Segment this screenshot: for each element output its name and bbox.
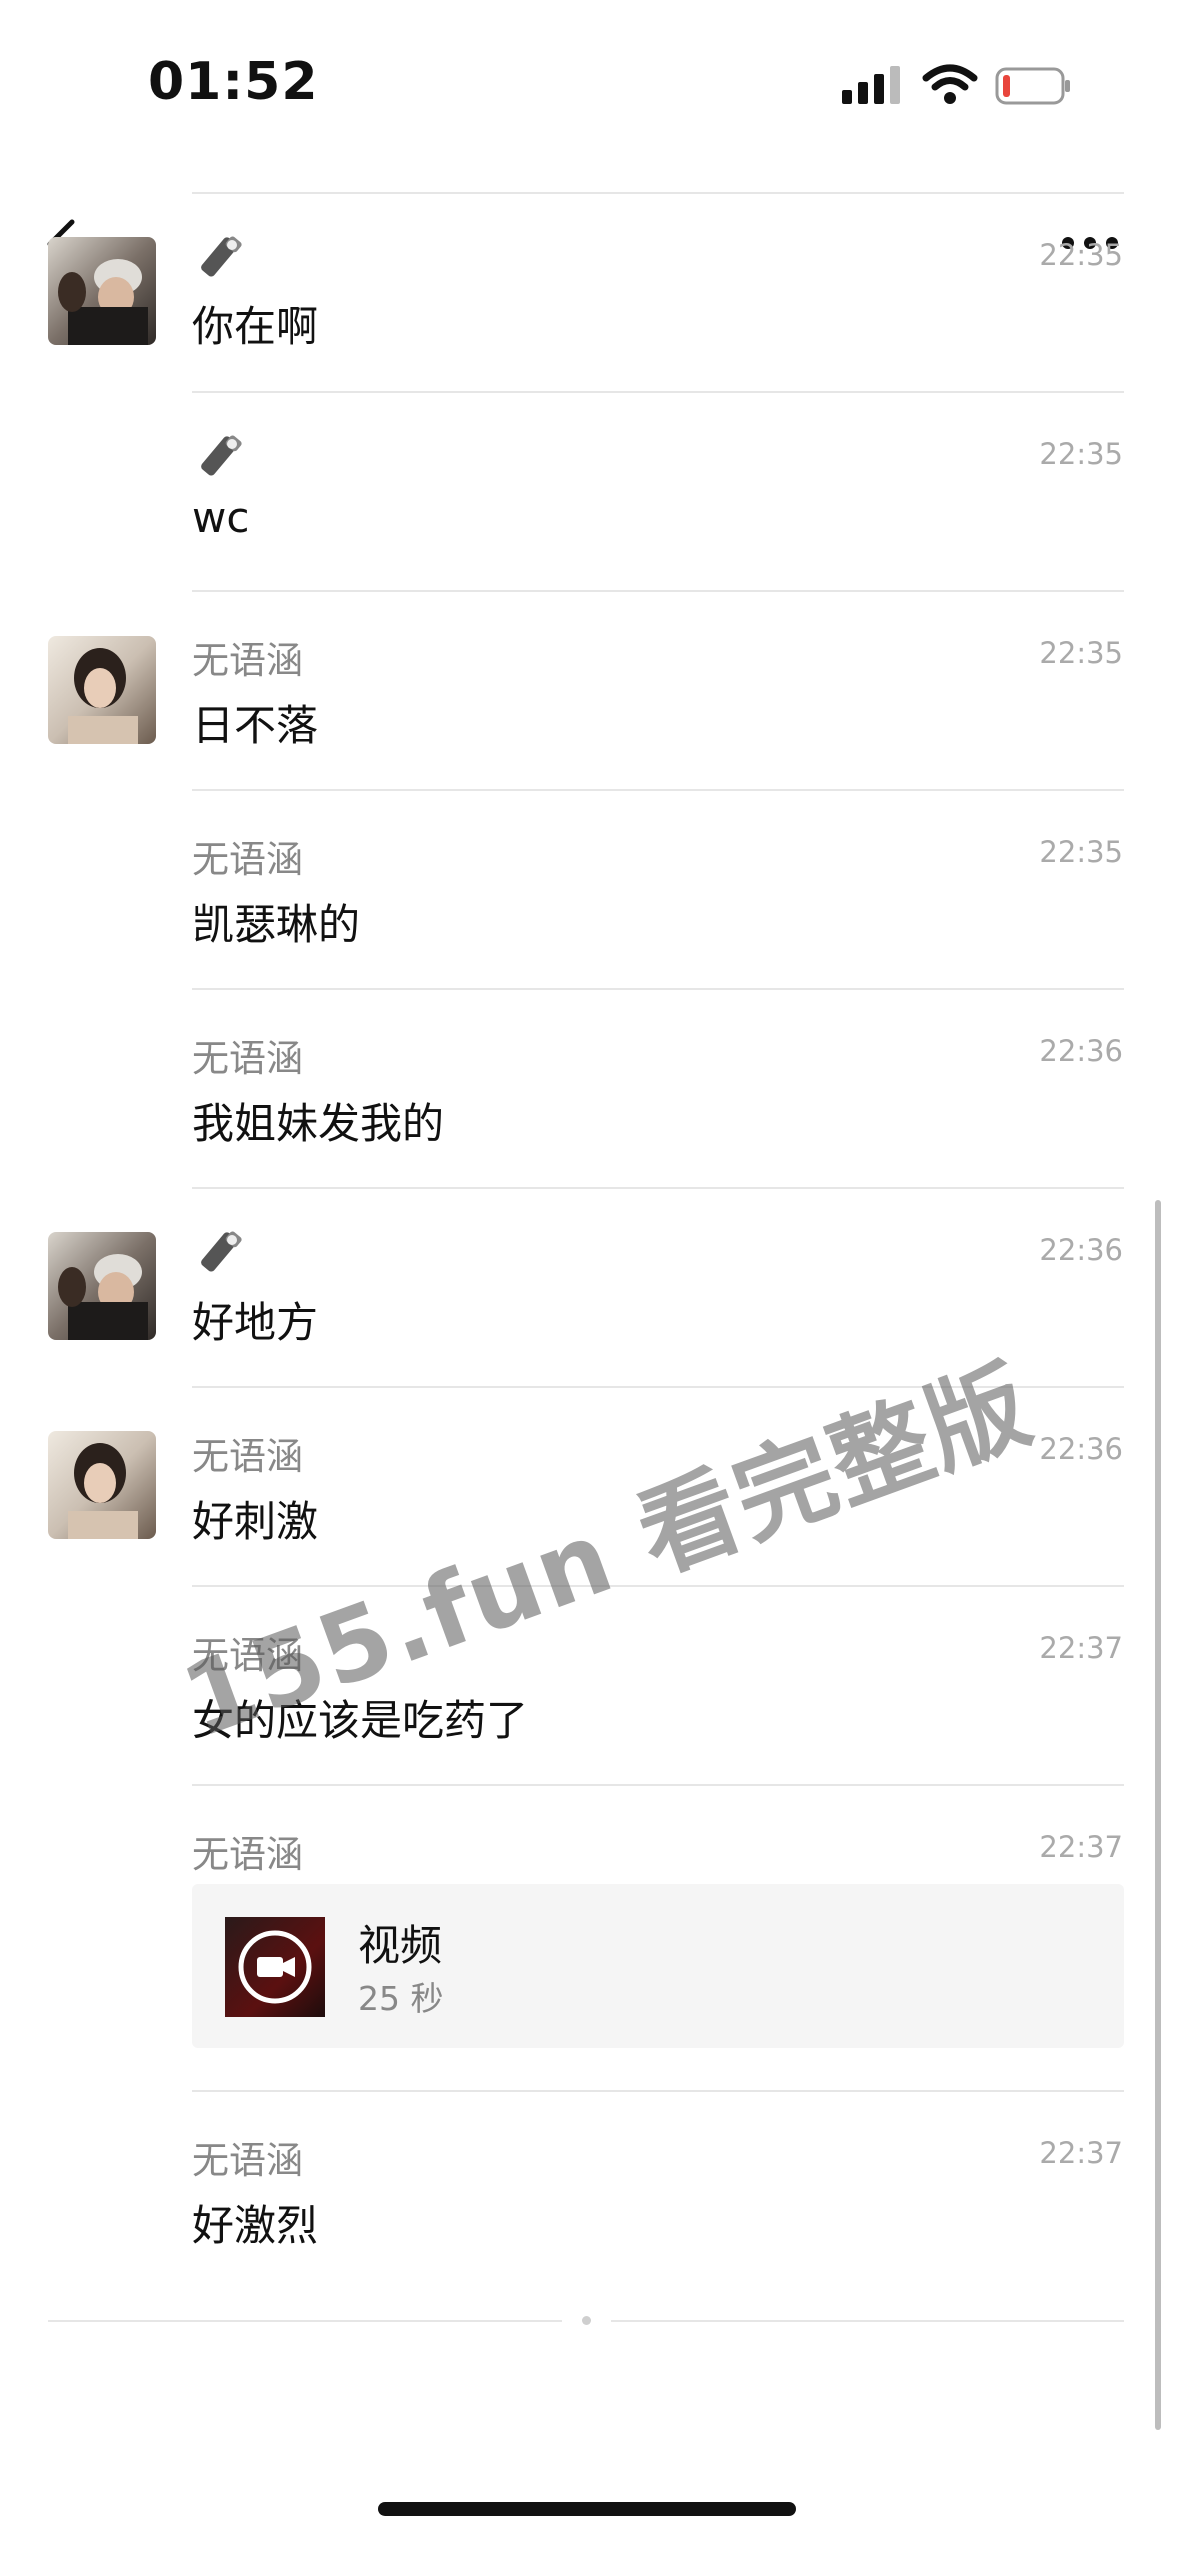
message-text[interactable]: 凯瑟琳的 [192,891,360,952]
message-time: 22:35 [1039,437,1123,471]
flashlight-icon [201,1231,242,1272]
avatar[interactable] [48,237,156,345]
flashlight-icon [201,435,242,476]
scrollbar[interactable] [1155,1200,1161,2430]
message-text[interactable]: wc [192,493,249,542]
message-time: 22:37 [1039,1830,1123,1864]
message-time: 22:36 [1039,1034,1123,1068]
avatar[interactable] [48,636,156,744]
message-time: 22:36 [1039,1233,1123,1267]
message-time: 22:35 [1039,835,1123,869]
status-time: 01:52 [148,52,319,112]
end-dot [582,2316,591,2325]
divider [192,192,1124,194]
status-bar: 01:52 [0,0,1179,170]
sender-name: 无语涵 [192,1037,303,1080]
message-text[interactable]: 日不落 [192,692,318,753]
sender-name: 无语涵 [192,838,303,881]
message-text[interactable]: 你在啊 [192,293,318,354]
sender-name: 无语涵 [192,2139,303,2182]
divider [192,391,1124,393]
divider [192,1187,1124,1189]
video-duration: 25 秒 [358,1979,444,2018]
avatar[interactable] [48,1232,156,1340]
message-text[interactable]: 我姐妹发我的 [192,1090,444,1151]
divider [192,2090,1124,2092]
message-time: 22:35 [1039,238,1123,272]
divider [192,1784,1124,1786]
message-time: 22:36 [1039,1432,1123,1466]
divider [192,789,1124,791]
video-camera-icon [238,1930,312,2004]
flashlight-icon [201,236,242,277]
video-thumbnail[interactable] [225,1917,325,2017]
end-divider [611,2320,1124,2322]
divider [192,988,1124,990]
avatar[interactable] [48,1431,156,1539]
message-text[interactable]: 好刺激 [192,1488,318,1549]
message-time: 22:37 [1039,2136,1123,2170]
sender-name: 无语涵 [192,1833,303,1876]
message-text[interactable]: 好地方 [192,1289,318,1350]
message-time: 22:37 [1039,1631,1123,1665]
video-message[interactable]: 视频 25 秒 [192,1884,1124,2048]
wifi-icon [922,64,978,104]
message-text[interactable]: 好激烈 [192,2192,318,2253]
sender-name: 无语涵 [192,639,303,682]
home-indicator[interactable] [378,2502,796,2516]
cellular-signal-icon [842,66,900,104]
end-divider [48,2320,562,2322]
battery-icon [995,67,1070,105]
video-title: 视频 [358,1921,443,1970]
message-time: 22:35 [1039,636,1123,670]
divider [192,590,1124,592]
sender-name: 无语涵 [192,1435,303,1478]
